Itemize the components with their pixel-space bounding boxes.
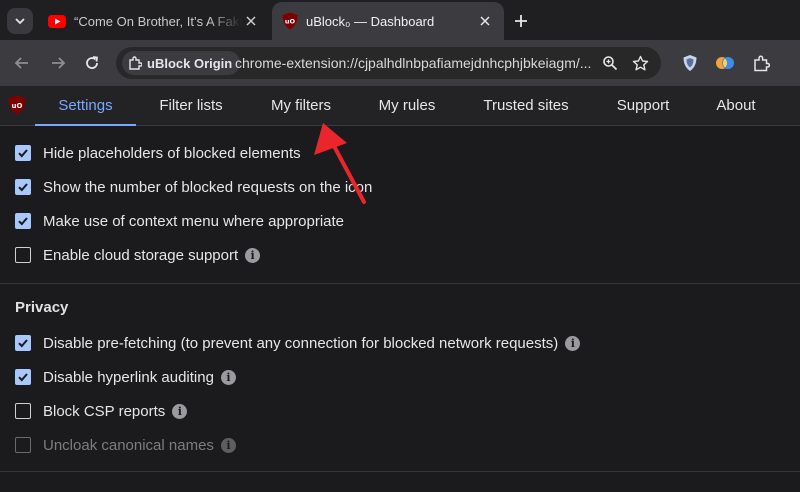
check-icon — [18, 217, 28, 226]
setting-label: Uncloak canonical names — [43, 436, 214, 454]
extension-icon — [716, 57, 734, 69]
tab-trusted-sites[interactable]: Trusted sites — [468, 86, 584, 125]
tab-my-rules[interactable]: My rules — [367, 86, 447, 125]
ublock-icon: uO — [282, 12, 298, 30]
zoom-icon — [603, 56, 618, 71]
reload-button[interactable] — [80, 51, 104, 75]
extensions-menu-button[interactable] — [750, 52, 772, 74]
setting-label: Hide placeholders of blocked elements — [43, 144, 301, 162]
section-divider — [0, 283, 800, 284]
tab-filter-lists[interactable]: Filter lists — [146, 86, 236, 125]
check-icon — [18, 183, 28, 192]
info-icon[interactable]: i — [172, 403, 188, 419]
setting-cloud-storage[interactable]: Enable cloud storage support i — [15, 245, 261, 265]
tab-youtube[interactable]: “Come On Brother, It’s A Fake Lover” — [38, 2, 270, 40]
tab-about[interactable]: About — [705, 86, 767, 125]
arrow-left-icon — [14, 57, 28, 69]
chip-label: uBlock Origin — [147, 55, 233, 71]
zoom-button[interactable] — [600, 53, 620, 73]
setting-show-blocked-count[interactable]: Show the number of blocked requests on t… — [15, 177, 372, 197]
check-icon — [18, 339, 28, 348]
star-icon — [632, 55, 648, 70]
puzzle-icon — [753, 54, 770, 71]
close-icon — [246, 16, 256, 26]
extension-button[interactable] — [714, 52, 736, 74]
new-tab-button[interactable] — [509, 9, 533, 33]
arrow-right-icon — [52, 57, 66, 69]
close-tab-button[interactable] — [242, 12, 260, 30]
setting-context-menu[interactable]: Make use of context menu where appropria… — [15, 211, 344, 231]
section-title-privacy: Privacy — [15, 299, 69, 316]
tab-title: “Come On Brother, It’s A Fake Lover” — [74, 13, 242, 29]
back-button[interactable] — [10, 51, 34, 75]
setting-disable-prefetching[interactable]: Disable pre-fetching (to prevent any con… — [15, 333, 581, 353]
checkbox — [15, 437, 31, 453]
browser-toolbar: uBlock Origin chrome-extension://cjpalhd… — [0, 40, 800, 86]
checkbox[interactable] — [15, 247, 31, 263]
site-info-chip[interactable]: uBlock Origin — [122, 51, 241, 75]
setting-label: Enable cloud storage support — [43, 246, 239, 264]
tab-my-filters[interactable]: My filters — [256, 86, 346, 125]
reload-icon — [86, 56, 99, 69]
tab-settings[interactable]: Settings — [35, 86, 136, 126]
close-tab-button[interactable] — [476, 12, 494, 30]
svg-text:uO: uO — [12, 102, 23, 110]
ublock-logo-icon: uO — [8, 95, 26, 115]
browser-menu-button[interactable] — [786, 52, 796, 74]
chevron-down-icon — [15, 18, 25, 25]
setting-label: Make use of context menu where appropria… — [43, 212, 345, 230]
setting-hide-placeholders[interactable]: Hide placeholders of blocked elements — [15, 143, 301, 163]
checkbox[interactable] — [15, 335, 31, 351]
shield-extension-button[interactable] — [679, 52, 701, 74]
tab-strip: “Come On Brother, It’s A Fake Lover” uO … — [0, 0, 800, 40]
setting-label: Disable pre-fetching (to prevent any con… — [43, 334, 559, 352]
check-icon — [18, 149, 28, 158]
bookmark-button[interactable] — [630, 53, 650, 73]
plus-icon — [515, 15, 527, 27]
close-icon — [480, 16, 490, 26]
tab-ublock-dashboard[interactable]: uO uBlock₀ — Dashboard — [272, 2, 504, 40]
setting-uncloak-canonical-names: Uncloak canonical names i — [15, 435, 236, 455]
section-divider — [0, 471, 800, 472]
setting-label: Show the number of blocked requests on t… — [43, 178, 373, 196]
info-icon[interactable]: i — [245, 247, 261, 263]
tab-title: uBlock₀ — Dashboard — [306, 13, 435, 29]
dashboard-nav: uO Settings Filter lists My filters My r… — [0, 86, 800, 126]
info-icon[interactable]: i — [565, 335, 581, 351]
shield-icon — [683, 55, 697, 71]
setting-label: Disable hyperlink auditing — [43, 368, 214, 386]
setting-label: Block CSP reports — [43, 402, 166, 420]
info-icon: i — [220, 437, 236, 453]
tab-support[interactable]: Support — [604, 86, 682, 125]
url-text: chrome-extension://cjpalhdlnbpafiamejdnh… — [235, 55, 592, 71]
setting-disable-hyperlink-auditing[interactable]: Disable hyperlink auditing i — [15, 367, 236, 387]
checkbox[interactable] — [15, 213, 31, 229]
extension-puzzle-icon — [129, 56, 142, 70]
checkbox[interactable] — [15, 145, 31, 161]
forward-button[interactable] — [46, 51, 70, 75]
info-icon[interactable]: i — [220, 369, 236, 385]
check-icon — [18, 373, 28, 382]
address-bar[interactable]: uBlock Origin chrome-extension://cjpalhd… — [116, 47, 661, 79]
tab-search-button[interactable] — [7, 8, 33, 34]
svg-text:uO: uO — [285, 18, 296, 26]
setting-block-csp-reports[interactable]: Block CSP reports i — [15, 401, 188, 421]
checkbox[interactable] — [15, 369, 31, 385]
checkbox[interactable] — [15, 403, 31, 419]
youtube-icon — [48, 14, 66, 28]
checkbox[interactable] — [15, 179, 31, 195]
